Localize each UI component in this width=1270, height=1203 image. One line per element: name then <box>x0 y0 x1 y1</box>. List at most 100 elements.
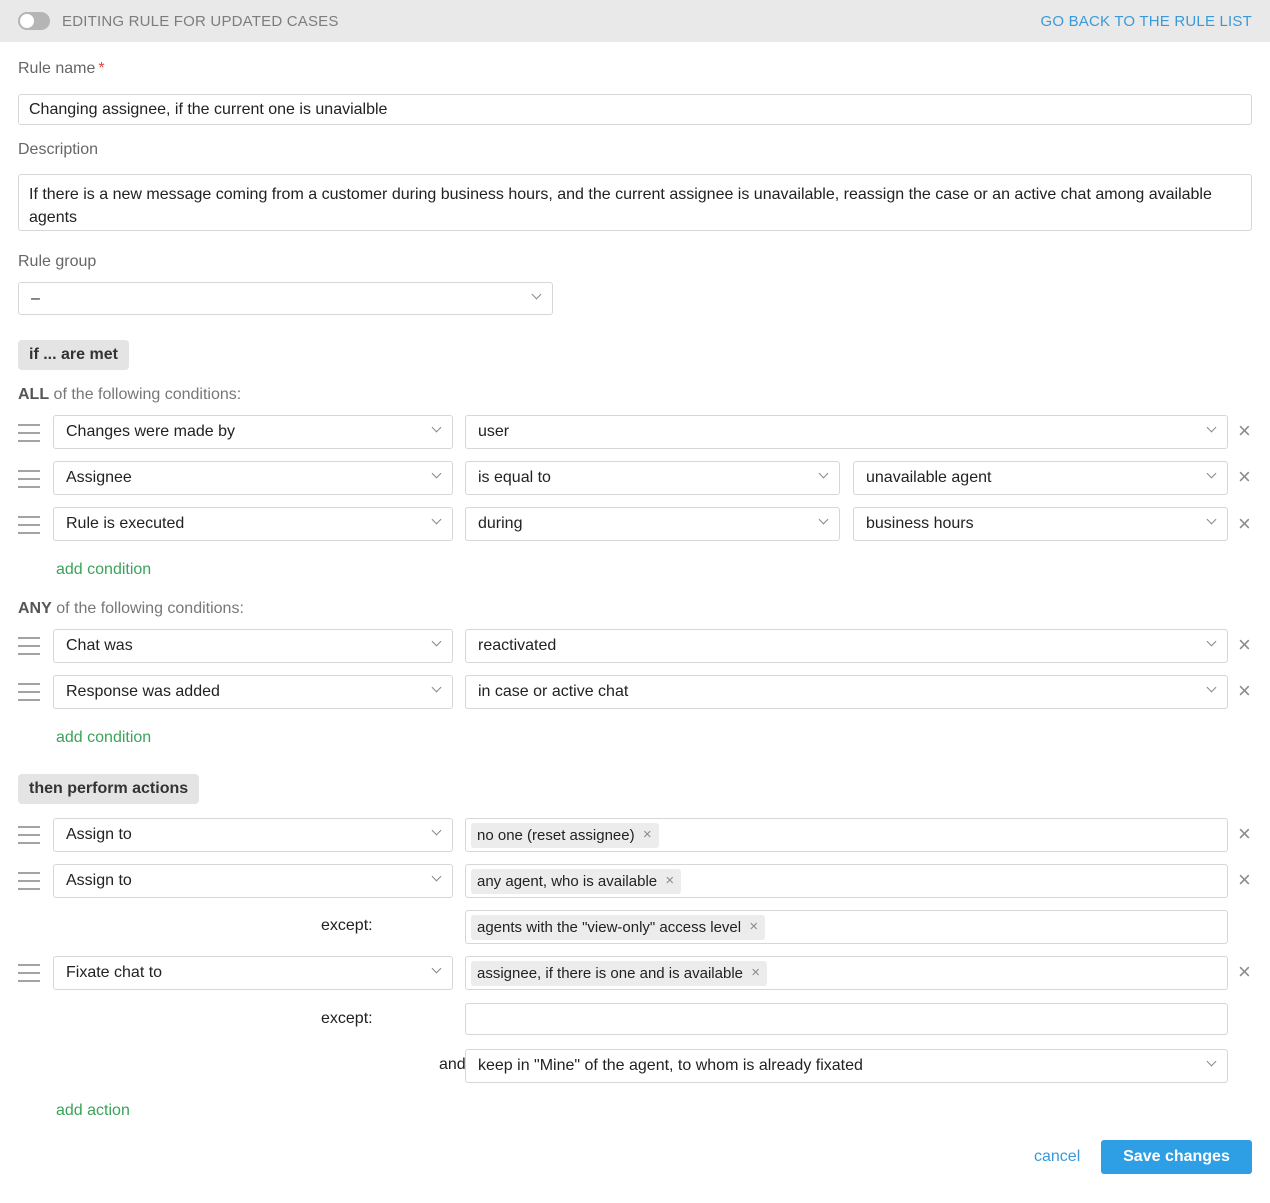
remove-action-icon[interactable]: × <box>1238 961 1251 983</box>
condition-operator-select[interactable]: is equal to <box>465 461 840 495</box>
action-type-select[interactable]: Fixate chat to <box>53 956 453 990</box>
condition-field-value: Response was added <box>66 683 220 700</box>
conditions-section-label: if ... are met <box>18 340 129 370</box>
condition-operator-value: is equal to <box>478 469 551 486</box>
condition-field-value: Rule is executed <box>66 515 185 532</box>
chevron-down-icon <box>531 289 542 300</box>
action-type-select[interactable]: Assign to <box>53 864 453 898</box>
action-type-value: Assign to <box>66 872 132 889</box>
condition-value-value: business hours <box>866 515 974 532</box>
condition-operator-value: during <box>478 515 523 532</box>
add-any-condition-link[interactable]: add condition <box>56 729 151 747</box>
remove-tag-icon[interactable]: × <box>665 872 674 889</box>
condition-operator-value: reactivated <box>478 637 557 654</box>
drag-handle-icon[interactable] <box>18 516 40 534</box>
remove-condition-icon[interactable]: × <box>1238 513 1251 535</box>
condition-field-value: Chat was <box>66 637 133 654</box>
condition-operator-select[interactable]: during <box>465 507 840 541</box>
except-field[interactable] <box>465 1003 1228 1035</box>
save-changes-button[interactable]: Save changes <box>1101 1140 1252 1174</box>
remove-tag-icon[interactable]: × <box>751 964 760 981</box>
remove-condition-icon[interactable]: × <box>1238 420 1251 442</box>
action-target-field[interactable]: any agent, who is available × <box>465 864 1228 898</box>
drag-handle-icon[interactable] <box>18 637 40 655</box>
condition-value-select[interactable]: unavailable agent <box>853 461 1228 495</box>
condition-operator-select[interactable]: reactivated <box>465 629 1228 663</box>
rule-group-label: Rule group <box>18 253 97 270</box>
condition-field-value: Assignee <box>66 469 132 486</box>
action-target-field[interactable]: assignee, if there is one and is availab… <box>465 956 1228 990</box>
chevron-down-icon <box>431 963 442 974</box>
cancel-button[interactable]: cancel <box>1034 1148 1080 1166</box>
remove-tag-icon[interactable]: × <box>749 918 758 935</box>
condition-field-select[interactable]: Rule is executed <box>53 507 453 541</box>
action-target-field[interactable]: no one (reset assignee) × <box>465 818 1228 852</box>
selected-tag: any agent, who is available × <box>471 869 682 894</box>
description-label: Description <box>18 141 99 158</box>
chevron-down-icon <box>1206 422 1217 433</box>
except-label: except: <box>321 1010 373 1027</box>
chevron-down-icon <box>431 636 442 647</box>
drag-handle-icon[interactable] <box>18 826 40 844</box>
remove-condition-icon[interactable]: × <box>1238 634 1251 656</box>
except-field[interactable]: agents with the "view-only" access level… <box>465 910 1228 944</box>
rule-group-select[interactable]: – <box>18 282 553 315</box>
rule-name-value: Changing assignee, if the current one is… <box>29 101 388 118</box>
and-option-select[interactable]: keep in "Mine" of the agent, to whom is … <box>465 1049 1228 1083</box>
description-textarea[interactable]: If there is a new message coming from a … <box>18 174 1252 231</box>
condition-operator-value: user <box>478 423 510 440</box>
selected-tag: assignee, if there is one and is availab… <box>471 961 768 986</box>
top-bar: EDITING RULE FOR UPDATED CASES GO BACK T… <box>0 0 1270 42</box>
selected-tag: no one (reset assignee) × <box>471 823 659 848</box>
rule-group-value: – <box>31 290 40 307</box>
condition-field-select[interactable]: Chat was <box>53 629 453 663</box>
condition-field-select[interactable]: Assignee <box>53 461 453 495</box>
condition-value-select[interactable]: business hours <box>853 507 1228 541</box>
rule-name-input[interactable]: Changing assignee, if the current one is… <box>18 94 1252 125</box>
and-option-value: keep in "Mine" of the agent, to whom is … <box>478 1057 863 1074</box>
and-label: and <box>439 1056 466 1073</box>
condition-operator-select[interactable]: user <box>465 415 1228 449</box>
drag-handle-icon[interactable] <box>18 964 40 982</box>
toggle-knob <box>20 14 34 28</box>
remove-tag-icon[interactable]: × <box>643 826 652 843</box>
page-title: EDITING RULE FOR UPDATED CASES <box>62 13 339 30</box>
rule-name-label: Rule name * <box>18 60 105 77</box>
condition-operator-select[interactable]: in case or active chat <box>465 675 1228 709</box>
except-label: except: <box>321 917 373 934</box>
drag-handle-icon[interactable] <box>18 683 40 701</box>
chevron-down-icon <box>1206 1056 1217 1067</box>
any-conditions-heading: ANY of the following conditions: <box>18 600 244 617</box>
rule-toggle[interactable] <box>18 12 50 30</box>
chevron-down-icon <box>431 422 442 433</box>
chevron-down-icon <box>818 514 829 525</box>
condition-value-value: unavailable agent <box>866 469 992 486</box>
back-to-rule-list-link[interactable]: GO BACK TO THE RULE LIST <box>1040 13 1252 30</box>
add-all-condition-link[interactable]: add condition <box>56 561 151 579</box>
actions-section-label: then perform actions <box>18 774 200 804</box>
chevron-down-icon <box>1206 514 1217 525</box>
required-mark: * <box>98 60 105 77</box>
drag-handle-icon[interactable] <box>18 872 40 890</box>
condition-field-select[interactable]: Response was added <box>53 675 453 709</box>
add-action-link[interactable]: add action <box>56 1102 130 1120</box>
chevron-down-icon <box>1206 468 1217 479</box>
remove-condition-icon[interactable]: × <box>1238 466 1251 488</box>
remove-action-icon[interactable]: × <box>1238 869 1251 891</box>
condition-field-select[interactable]: Changes were made by <box>53 415 453 449</box>
chevron-down-icon <box>431 682 442 693</box>
drag-handle-icon[interactable] <box>18 470 40 488</box>
chevron-down-icon <box>1206 682 1217 693</box>
all-conditions-heading: ALL of the following conditions: <box>18 386 242 403</box>
condition-field-value: Changes were made by <box>66 423 235 440</box>
action-type-value: Assign to <box>66 826 132 843</box>
description-value: If there is a new message coming from a … <box>29 186 1212 226</box>
drag-handle-icon[interactable] <box>18 424 40 442</box>
remove-condition-icon[interactable]: × <box>1238 680 1251 702</box>
condition-operator-value: in case or active chat <box>478 683 629 700</box>
chevron-down-icon <box>431 514 442 525</box>
chevron-down-icon <box>818 468 829 479</box>
action-type-select[interactable]: Assign to <box>53 818 453 852</box>
remove-action-icon[interactable]: × <box>1238 823 1251 845</box>
chevron-down-icon <box>431 468 442 479</box>
